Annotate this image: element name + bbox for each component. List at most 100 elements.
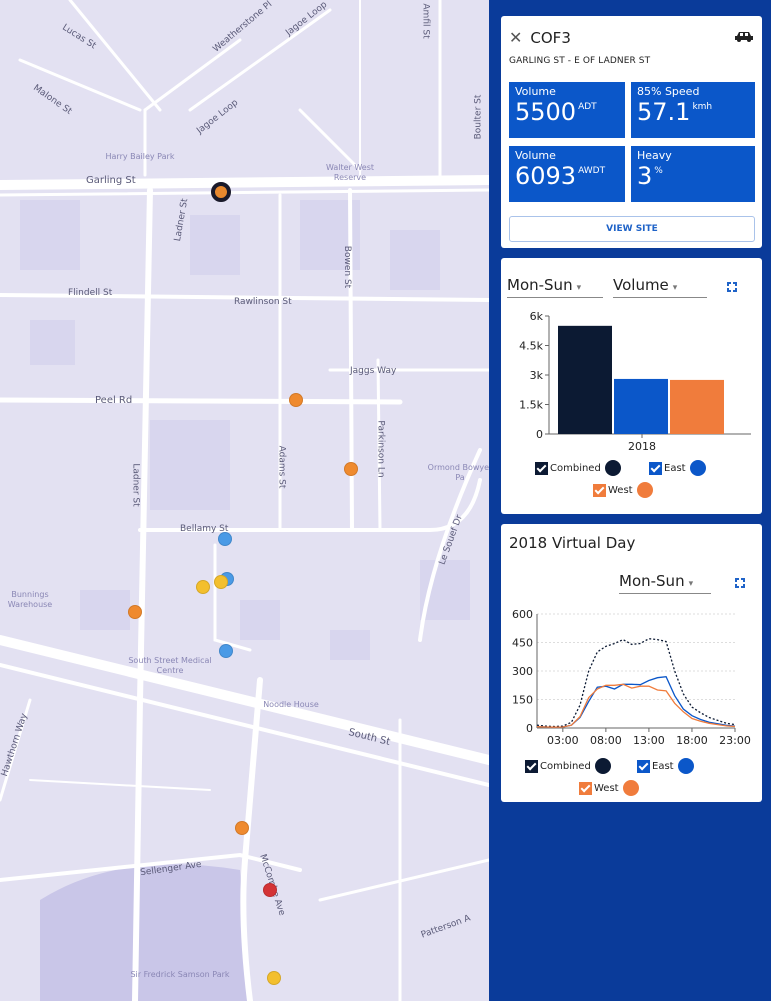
legend-label: Combined <box>540 760 591 772</box>
stat-value: 5500 <box>515 98 577 126</box>
virtual-day-line-chart: 0 150 300 450 600 03:00 08:00 13:00 18:00 23:00 <box>512 608 751 747</box>
site-marker[interactable] <box>289 393 303 407</box>
stat-value: 57.1 <box>637 98 691 126</box>
legend-swatch <box>677 758 694 774</box>
legend-west[interactable]: West <box>579 780 639 796</box>
checkbox-checked-icon[interactable] <box>579 781 592 795</box>
chevron-down-icon: ▾ <box>688 579 694 589</box>
site-marker[interactable] <box>263 883 277 897</box>
stat-label: 85% Speed <box>637 85 700 98</box>
site-marker[interactable] <box>235 821 249 835</box>
y-tick-label: 300 <box>512 665 533 678</box>
site-marker[interactable] <box>128 605 142 619</box>
stat-tile-volume-adt: Volume 5500 ADT <box>509 82 625 138</box>
poi-bunnings: Bunnings Warehouse <box>7 590 53 609</box>
virtual-day-card: 2018 Virtual Day Mon-Sun ▾ 0 150 300 450 600 0… <box>501 524 762 802</box>
poi-harry-bailey: Harry Bailey Park <box>105 152 175 161</box>
legend-label: Combined <box>550 462 601 474</box>
site-marker-selected[interactable] <box>211 182 231 202</box>
street-label-rawlinson: Rawlinson St <box>234 297 292 307</box>
legend-combined[interactable]: Combined <box>535 460 621 476</box>
legend-west[interactable]: West <box>593 482 653 498</box>
site-marker[interactable] <box>214 575 228 589</box>
legend-label: West <box>608 484 633 496</box>
metric-select[interactable]: Volume ▾ <box>613 276 707 298</box>
poi-walter-west: Walter West Reserve <box>325 163 375 182</box>
stat-value: 6093 <box>515 162 577 190</box>
checkbox-checked-icon[interactable] <box>649 461 662 475</box>
y-tick-label: 1.5k <box>519 399 543 412</box>
x-tick-label: 08:00 <box>590 734 622 747</box>
site-summary-card: ✕ COF3 GARLING ST - E OF LADNER ST Volum… <box>501 16 762 248</box>
street-label-peel: Peel Rd <box>95 395 133 406</box>
site-id: COF3 <box>530 28 571 47</box>
car-icon <box>735 32 753 42</box>
legend-swatch <box>604 460 621 476</box>
stat-value: 3 <box>637 162 653 190</box>
checkbox-checked-icon[interactable] <box>637 759 650 773</box>
checkbox-checked-icon[interactable] <box>535 461 548 475</box>
stat-label: Volume <box>515 85 556 98</box>
site-header: ✕ COF3 <box>509 28 571 47</box>
close-icon[interactable]: ✕ <box>509 28 522 47</box>
y-tick-label: 600 <box>512 608 533 621</box>
site-marker[interactable] <box>267 971 281 985</box>
legend-label: West <box>594 782 619 794</box>
poi-ormond: Ormond Bowyer Pa <box>427 463 489 482</box>
street-label-bowen: Bowen St <box>342 245 353 289</box>
site-marker[interactable] <box>218 532 232 546</box>
poi-noodle-house: Noodle House <box>263 700 319 709</box>
site-marker[interactable] <box>219 644 233 658</box>
stat-unit: kmh <box>692 102 713 112</box>
stat-tile-heavy: Heavy 3% <box>631 146 755 202</box>
bar-east <box>614 378 668 434</box>
site-marker[interactable] <box>196 580 210 594</box>
expand-icon[interactable] <box>727 282 737 292</box>
bar-west <box>670 379 724 434</box>
legend-east[interactable]: East <box>649 460 706 476</box>
legend-swatch <box>689 460 706 476</box>
street-label-garling: Garling St <box>86 175 136 186</box>
stat-tile-speed: 85% Speed 57.1 kmh <box>631 82 755 138</box>
stat-tile-volume-awdt: Volume 6093 AWDT <box>509 146 625 202</box>
street-label-jaggs: Jaggs Way <box>350 366 397 376</box>
legend-east[interactable]: East <box>637 758 694 774</box>
volume-bar-chart: 0 1.5k 3k 4.5k 6k 2018 <box>519 310 751 453</box>
street-label-parkinson: Parkinson Ln <box>375 420 386 478</box>
y-tick-label: 4.5k <box>519 340 543 353</box>
street-label-ladner-bottom: Ladner St <box>130 463 141 507</box>
street-label-amfil: Amfil St <box>420 3 431 39</box>
stat-unit: AWDT <box>578 166 606 176</box>
street-label-adams: Adams St <box>276 445 287 489</box>
view-site-button[interactable]: VIEW SITE <box>509 216 755 242</box>
period-select-value: Mon-Sun <box>507 276 573 294</box>
street-label-flindell: Flindell St <box>68 288 113 298</box>
site-marker[interactable] <box>344 462 358 476</box>
checkbox-checked-icon[interactable] <box>525 759 538 773</box>
y-tick-label: 3k <box>530 369 544 382</box>
expand-icon[interactable] <box>735 578 745 588</box>
legend-combined[interactable]: Combined <box>525 758 611 774</box>
map-base <box>0 0 489 1001</box>
checkbox-checked-icon[interactable] <box>593 483 606 497</box>
site-location: GARLING ST - E OF LADNER ST <box>509 56 651 66</box>
x-tick-label: 23:00 <box>719 734 751 747</box>
metric-select-value: Volume <box>613 276 669 294</box>
day-period-select-value: Mon-Sun <box>619 572 685 590</box>
legend-swatch <box>636 482 653 498</box>
chevron-down-icon: ▾ <box>576 283 582 293</box>
chevron-down-icon: ▾ <box>672 283 678 293</box>
poi-medical: South Street Medical Centre <box>128 656 212 675</box>
day-period-select[interactable]: Mon-Sun ▾ <box>619 572 711 594</box>
bar-combined <box>558 325 612 434</box>
street-label-boulter: Boulter St <box>473 94 484 140</box>
legend-label: East <box>664 462 686 474</box>
map-view[interactable]: Lucas St Malone St Jagoe Loop Jagoe Loop… <box>0 0 489 1001</box>
virtual-day-title: 2018 Virtual Day <box>509 534 636 552</box>
y-tick-label: 6k <box>530 310 544 323</box>
period-select[interactable]: Mon-Sun ▾ <box>507 276 603 298</box>
y-tick-label: 0 <box>536 428 543 441</box>
x-tick-label: 18:00 <box>676 734 708 747</box>
x-tick-label: 13:00 <box>633 734 665 747</box>
stat-unit: % <box>654 166 663 176</box>
